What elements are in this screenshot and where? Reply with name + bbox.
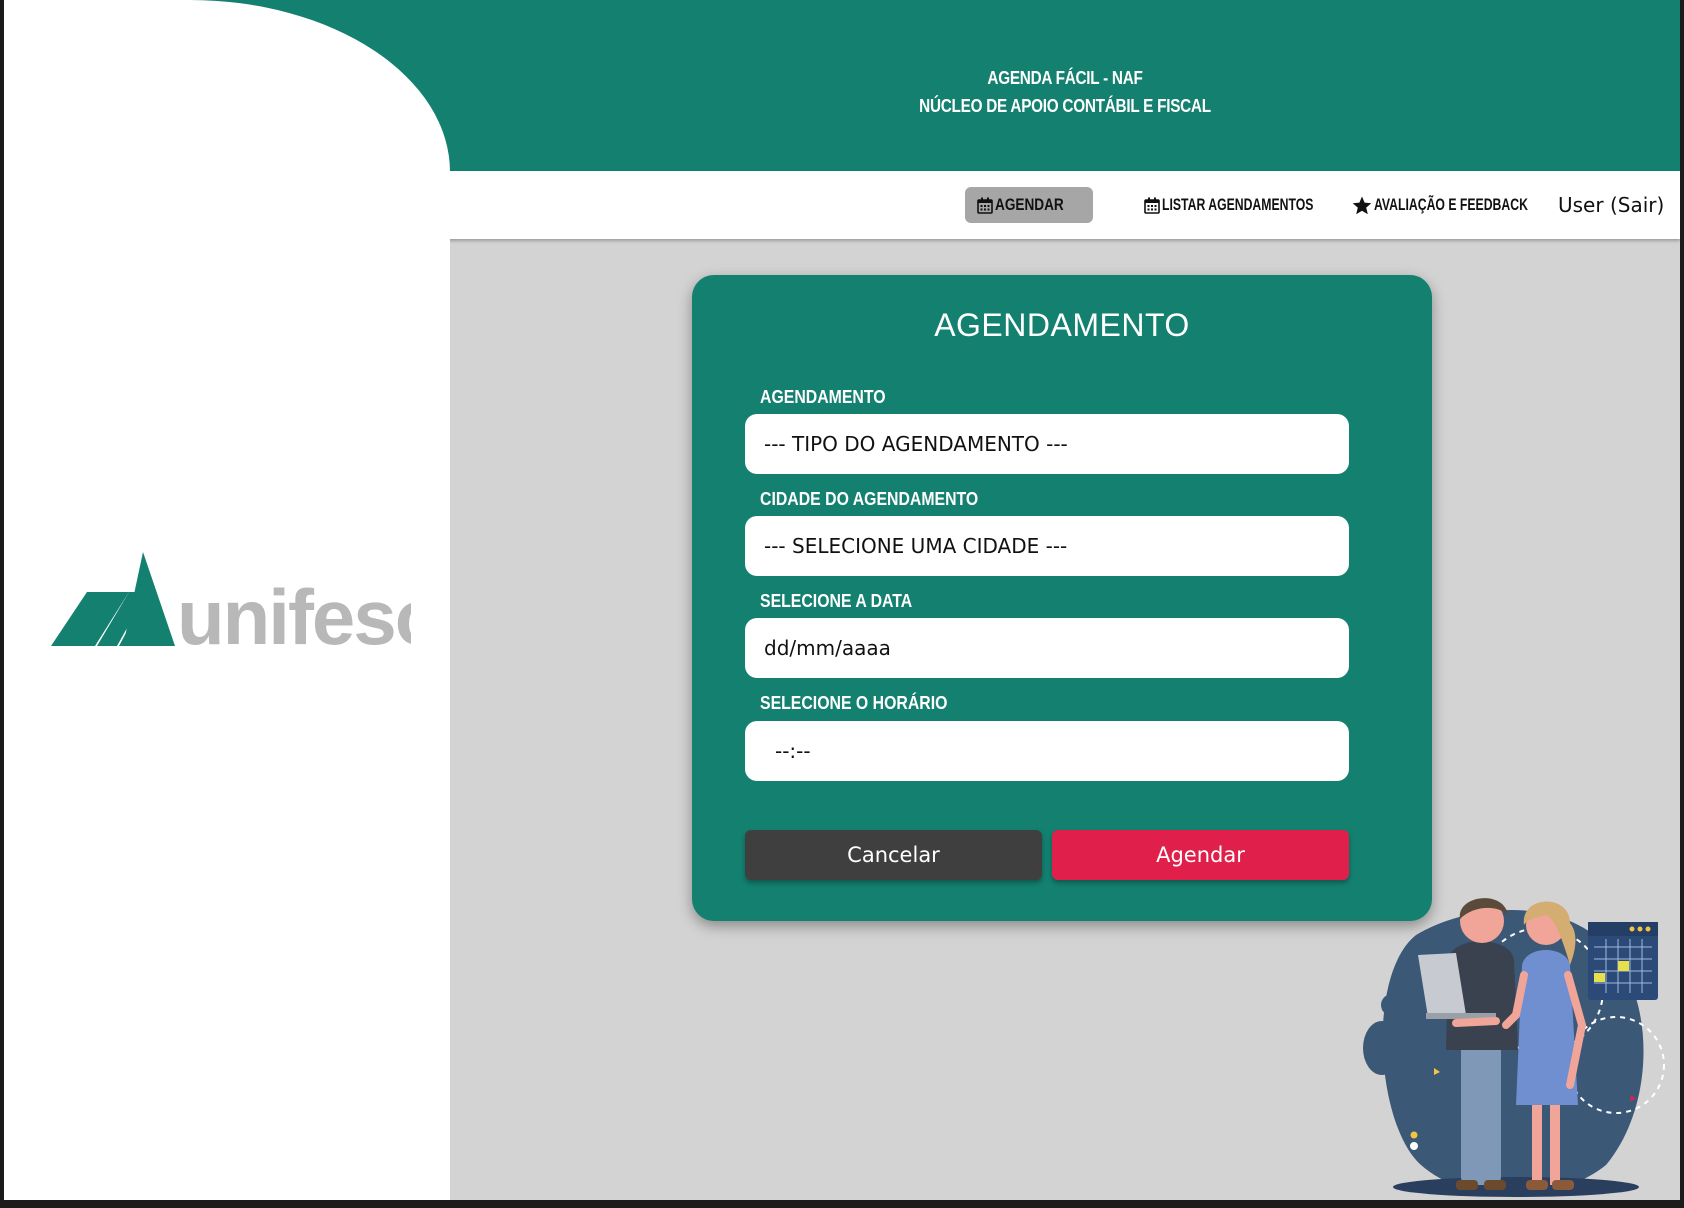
cancel-button[interactable]: Cancelar (745, 830, 1042, 880)
time-input[interactable]: --:-- (745, 721, 1349, 781)
app-window: AGENDA FÁCIL - NAF NÚCLEO DE APOIO CONTÁ… (4, 0, 1680, 1200)
nav-item-agendar[interactable]: AGENDAR (965, 187, 1093, 223)
header-title-line1: AGENDA FÁCIL - NAF (987, 68, 1143, 88)
city-select[interactable]: --- SELECIONE UMA CIDADE --- (745, 516, 1349, 576)
agendar-button[interactable]: Agendar (1052, 830, 1349, 880)
svg-text:unifeso: unifeso (177, 573, 411, 652)
appointment-form-card: AGENDAMENTO AGENDAMENTO --- TIPO DO AGEN… (692, 275, 1432, 921)
nav-item-avaliacao-label: AVALIAÇÃO E FEEDBACK (1374, 195, 1528, 214)
unifeso-logo: unifeso (51, 552, 442, 661)
form-title: AGENDAMENTO (934, 307, 1190, 343)
date-input[interactable]: dd/mm/aaaa (745, 618, 1349, 678)
people-scheduling-illustration (1356, 875, 1676, 1200)
left-brand-panel: unifeso (4, 0, 450, 1200)
header-title: AGENDA FÁCIL - NAF NÚCLEO DE APOIO CONTÁ… (542, 64, 1588, 120)
field-label-tipo-agendamento: AGENDAMENTO (760, 387, 886, 407)
field-label-cidade: CIDADE DO AGENDAMENTO (760, 489, 979, 509)
calendar-icon (1144, 197, 1160, 214)
header-title-line2: NÚCLEO DE APOIO CONTÁBIL E FISCAL (919, 96, 1211, 116)
nav-item-agendar-label: AGENDAR (995, 195, 1064, 214)
calendar-icon (977, 197, 993, 214)
nav-item-listar-agendamentos[interactable]: LISTAR AGENDAMENTOS (1144, 187, 1372, 223)
field-label-horario: SELECIONE O HORÁRIO (760, 693, 948, 713)
appointment-type-select[interactable]: --- TIPO DO AGENDAMENTO --- (745, 414, 1349, 474)
user-logout-link[interactable]: User (Sair) (1558, 187, 1664, 223)
star-icon (1352, 196, 1372, 214)
nav-item-listar-label: LISTAR AGENDAMENTOS (1162, 195, 1314, 214)
field-label-data: SELECIONE A DATA (760, 591, 913, 611)
nav-item-avaliacao-feedback[interactable]: AVALIAÇÃO E FEEDBACK (1352, 187, 1588, 223)
